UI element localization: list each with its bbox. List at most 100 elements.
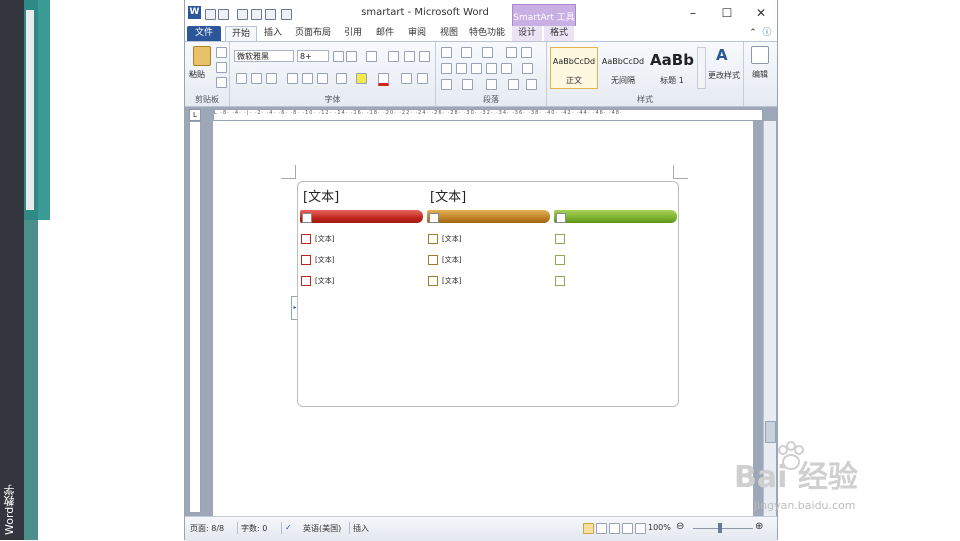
editing-button[interactable]: 编辑 (744, 69, 776, 80)
smartart-list-item[interactable]: [文本] (301, 254, 334, 266)
paste-icon[interactable] (193, 46, 211, 66)
refresh-icon[interactable] (251, 9, 262, 20)
underline-icon[interactable] (266, 73, 277, 84)
outline-view-icon[interactable] (622, 523, 633, 534)
borders-icon[interactable] (462, 79, 473, 90)
zoom-slider[interactable] (693, 528, 753, 529)
format-painter-icon[interactable] (216, 77, 227, 88)
language-status[interactable]: 英语(美国) (303, 523, 341, 534)
smartart-list-item[interactable]: [文本] (301, 275, 334, 287)
align-right-icon[interactable] (471, 63, 482, 74)
align-center-icon[interactable] (456, 63, 467, 74)
styles-gallery-scroll[interactable] (697, 47, 706, 89)
italic-icon[interactable] (251, 73, 262, 84)
show-marks-icon[interactable] (526, 79, 537, 90)
help-icon[interactable]: ⓘ (761, 26, 773, 41)
line-spacing-icon[interactable] (522, 63, 533, 74)
distributed-icon[interactable] (501, 63, 512, 74)
close-button[interactable]: ✕ (747, 4, 775, 22)
word-logo-icon[interactable]: W (188, 6, 201, 19)
change-styles-button[interactable]: 更改样式 (706, 70, 742, 81)
vertical-ruler[interactable] (189, 121, 201, 513)
change-styles-icon[interactable]: A (716, 46, 728, 64)
smartart-list-item[interactable]: [文本] (428, 233, 461, 245)
bar-handle[interactable] (556, 213, 566, 223)
tab-mailings[interactable]: 邮件 (371, 26, 399, 41)
cut-icon[interactable] (216, 47, 227, 58)
smartart-header[interactable]: [文本] (430, 186, 466, 205)
copy-icon[interactable] (216, 62, 227, 73)
tab-references[interactable]: 引用 (339, 26, 367, 41)
print-layout-view-icon[interactable] (583, 523, 594, 534)
multilevel-list-icon[interactable] (482, 47, 493, 58)
full-screen-reading-icon[interactable] (596, 523, 607, 534)
tab-selector-button[interactable]: L (189, 109, 201, 121)
horizontal-ruler[interactable]: L ·8· ·4· ·|· ·2· ·4· ·6· ·8· ·10· ·12· … (213, 109, 763, 121)
smartart-graphic[interactable]: [文本] [文本] [文本] [文本] [文本] [文本] [文本] [文本] (297, 181, 679, 407)
paste-button[interactable]: 粘贴 (189, 69, 205, 80)
tab-view[interactable]: 视图 (435, 26, 463, 41)
tab-file[interactable]: 文件 (187, 26, 221, 41)
zoom-out-icon[interactable]: ⊖ (676, 521, 684, 532)
bold-icon[interactable] (236, 73, 247, 84)
superscript-icon[interactable] (317, 73, 328, 84)
phonetic-guide-icon[interactable] (404, 51, 415, 62)
smartart-bar-green[interactable] (554, 210, 677, 223)
zoom-level[interactable]: 100% (648, 523, 671, 532)
insert-mode[interactable]: 插入 (353, 523, 369, 534)
change-case-icon[interactable] (366, 51, 377, 62)
smartart-list-item[interactable]: [文本] (301, 233, 334, 245)
draft-view-icon[interactable] (635, 523, 646, 534)
undo-icon[interactable] (218, 9, 229, 20)
numbering-icon[interactable] (461, 47, 472, 58)
tab-format[interactable]: 格式 (544, 26, 574, 41)
smartart-bar-orange[interactable] (427, 210, 550, 223)
enclose-characters-icon[interactable] (417, 73, 428, 84)
align-left-icon[interactable] (441, 63, 452, 74)
style-no-spacing[interactable]: AaBbCcDd 无间隔 (599, 47, 647, 89)
smartart-list-item[interactable] (555, 233, 569, 245)
page-count[interactable]: 页面: 8/8 (190, 523, 224, 534)
minimize-button[interactable]: – (679, 4, 707, 22)
find-icon[interactable] (751, 46, 769, 64)
decrease-indent-icon[interactable] (506, 47, 517, 58)
style-normal[interactable]: AaBbCcDd 正文 (550, 47, 598, 89)
character-border-icon[interactable] (419, 51, 430, 62)
smartart-list-item[interactable] (555, 275, 569, 287)
strikethrough-icon[interactable] (287, 73, 298, 84)
subscript-icon[interactable] (302, 73, 313, 84)
smartart-header[interactable]: [文本] (303, 186, 339, 205)
new-document-icon[interactable] (265, 9, 276, 20)
justify-icon[interactable] (486, 63, 497, 74)
save-icon[interactable] (205, 9, 216, 20)
redo-icon[interactable] (237, 9, 248, 20)
proofing-icon[interactable]: ✓ (285, 523, 292, 532)
chinese-layout-icon[interactable] (486, 79, 497, 90)
font-name-select[interactable]: 微软雅黑 (234, 50, 294, 62)
collapse-ribbon-icon[interactable]: ⌃ (747, 26, 759, 41)
tab-review[interactable]: 审阅 (403, 26, 431, 41)
smartart-list-item[interactable] (555, 254, 569, 266)
quick-access-menu-icon[interactable] (281, 9, 292, 20)
smartart-bar-red[interactable] (300, 210, 423, 223)
document-page[interactable]: ▸ [文本] [文本] [文本] [文本] [文本] [文本] [文本] [文本… (213, 121, 753, 516)
tab-features[interactable]: 特色功能 (467, 26, 507, 41)
web-layout-icon[interactable] (609, 523, 620, 534)
clear-formatting-icon[interactable] (388, 51, 399, 62)
text-effects-icon[interactable] (336, 73, 347, 84)
maximize-button[interactable]: ☐ (713, 4, 741, 22)
font-color-icon[interactable] (378, 73, 389, 86)
tab-design[interactable]: 设计 (512, 26, 542, 41)
grow-font-icon[interactable] (333, 51, 344, 62)
smartart-list-item[interactable]: [文本] (428, 275, 461, 287)
bullets-icon[interactable] (441, 47, 452, 58)
smartart-list-item[interactable]: [文本] (428, 254, 461, 266)
shrink-font-icon[interactable] (346, 51, 357, 62)
bar-handle[interactable] (429, 213, 439, 223)
increase-indent-icon[interactable] (521, 47, 532, 58)
style-heading-1[interactable]: AaBb 标题 1 (648, 47, 696, 89)
tab-home[interactable]: 开始 (225, 26, 257, 42)
font-size-select[interactable]: 8+ (297, 50, 329, 62)
highlight-color-icon[interactable] (356, 73, 367, 84)
shading-icon[interactable] (441, 79, 452, 90)
